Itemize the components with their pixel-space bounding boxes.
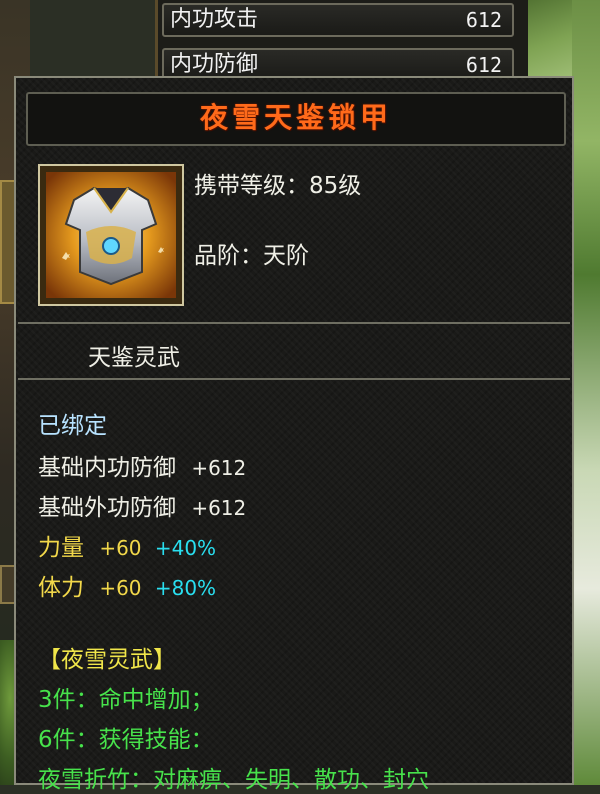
attr-name: 基础内功防御: [38, 455, 176, 481]
attr-name: 基础外功防御: [38, 495, 176, 521]
item-icon-frame: [38, 164, 184, 306]
set-bonus-line: 3件：命中增加；: [38, 687, 214, 713]
item-name-title: 夜雪天鉴锁甲: [26, 92, 566, 146]
attr-percent: +80%: [154, 576, 217, 600]
attr-value: +612: [191, 456, 247, 480]
bound-status: 已绑定: [38, 413, 107, 439]
attr-percent: +40%: [154, 536, 217, 560]
attr-value: +60: [99, 576, 142, 600]
background-scenery-right: [572, 0, 600, 785]
base-attr-row: 基础内功防御 +612: [38, 448, 246, 482]
item-tooltip: 夜雪天鉴锁甲 携带等级：85级 品阶：天阶 天鉴灵武 已绑定 基础内功防御 +6…: [14, 76, 574, 793]
attr-value: +612: [191, 496, 247, 520]
divider: [18, 322, 570, 324]
base-attr-row: 基础外功防御 +612: [38, 488, 246, 522]
divider: [18, 378, 570, 380]
bonus-attr-row: 力量 +60 +40%: [38, 528, 216, 562]
stat-label: 内功攻击: [170, 7, 259, 32]
set-bonus-line: 6件：获得技能：: [38, 727, 214, 753]
armor-chestplate-icon: [46, 172, 176, 298]
attr-name: 力量: [38, 535, 84, 561]
stat-row-internal-attack: 内功攻击 612: [162, 3, 514, 37]
carry-level: 携带等级：85级: [194, 173, 362, 199]
bonus-attr-row: 体力 +60 +80%: [38, 568, 216, 602]
attr-value: +60: [99, 536, 142, 560]
item-grade: 品阶：天阶: [194, 243, 309, 269]
attr-name: 体力: [38, 575, 84, 601]
item-series-label: 天鉴灵武: [88, 345, 180, 371]
set-name: 【夜雪灵武】: [38, 647, 176, 673]
set-bonus-line: 夜雪折竹：对麻痹、失明、散功、封穴: [38, 767, 429, 793]
stat-value: 612: [465, 8, 502, 32]
